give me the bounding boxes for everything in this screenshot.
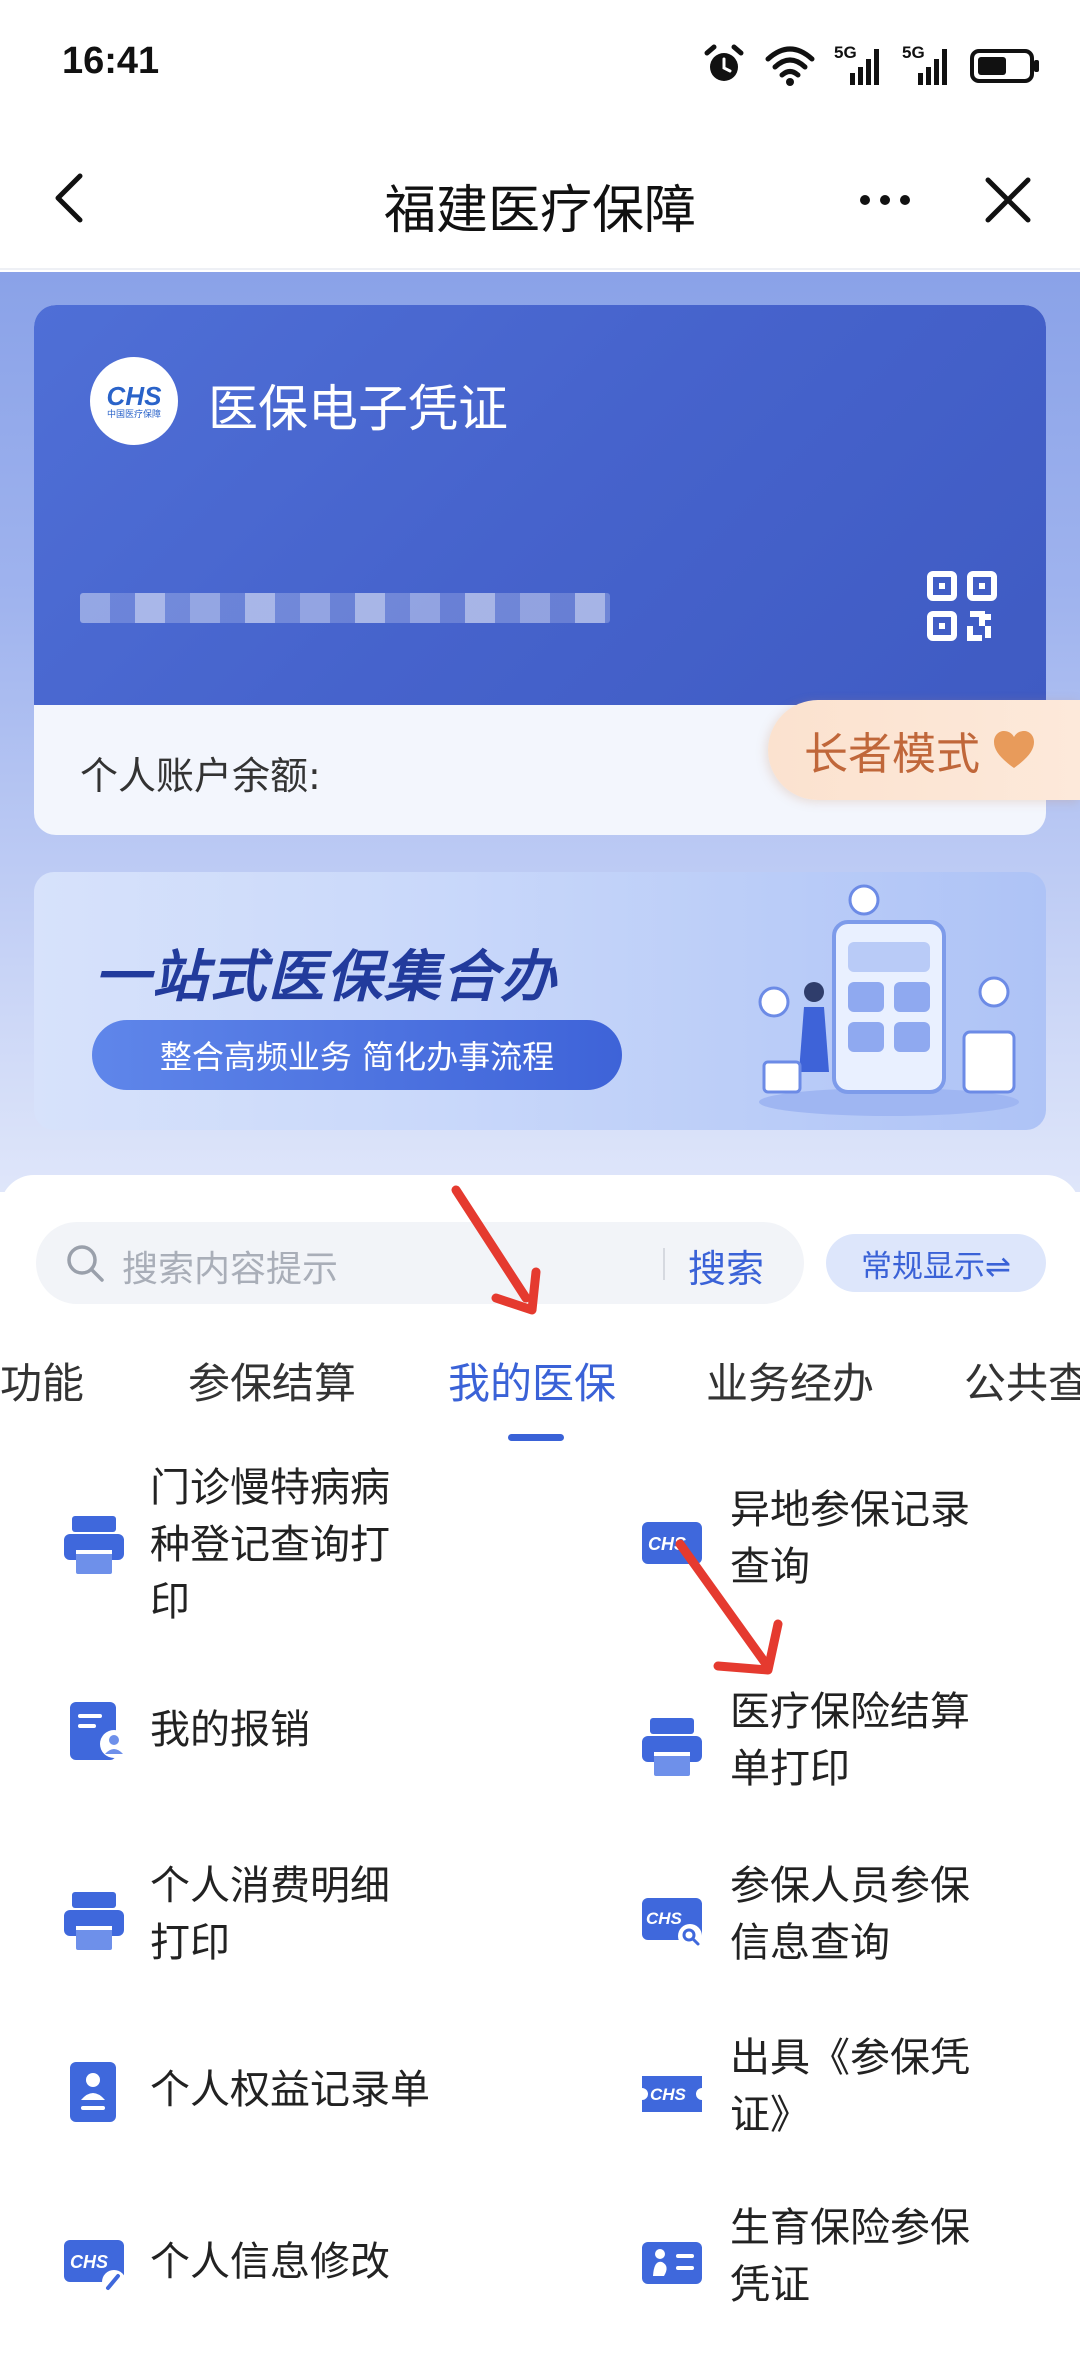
chs-ticket-icon: CHS [642, 2076, 702, 2112]
printer-icon [642, 1718, 702, 1776]
chs-edit-icon: CHS [64, 2240, 126, 2294]
search-icon [67, 1245, 104, 1282]
balance-label: 个人账户余额: [80, 754, 321, 798]
nav-bar: 福建医疗保障 [0, 130, 1080, 270]
service-item-settlement-print[interactable]: 医疗保险结算 单打印 [540, 1684, 1080, 1804]
banner-subtitle: 整合高频业务 简化办事流程 [92, 1020, 622, 1090]
service-item-label: 个人信息修改 [150, 2239, 390, 2285]
service-item-personal-rights-record[interactable]: 个人权益记录单 [0, 2056, 540, 2136]
service-item-personal-info-edit[interactable]: CHS 个人信息修改 [0, 2228, 540, 2308]
tab-business-handling[interactable]: 业务经办 [706, 1350, 874, 1411]
svg-text:CHS: CHS [650, 2085, 687, 2104]
service-item-label: 门诊慢特病病 种登记查询打 印 [150, 1465, 390, 1625]
promo-banner[interactable]: 一站式医保集合办 整合高频业务 简化办事流程 [34, 872, 1046, 1130]
phone-illustration-icon [758, 884, 1019, 1116]
chs-search-icon: CHS [642, 1898, 702, 1948]
tab-my-insurance[interactable]: 我的医保 [448, 1350, 616, 1411]
service-item-personal-consumption-print[interactable]: 个人消费明细 打印 [0, 1858, 540, 1978]
battery-icon [970, 49, 1039, 83]
tab-insurance-settlement[interactable]: 参保结算 [188, 1350, 356, 1411]
signal-5g-icon-2: 5G [902, 43, 952, 87]
active-tab-indicator [508, 1434, 564, 1441]
search-button[interactable]: 搜索 [688, 1238, 764, 1293]
banner-title: 一站式医保集合办 [94, 945, 558, 1010]
signal-5g-icon-1: 5G [834, 43, 884, 87]
service-item-my-reimbursement[interactable]: 我的报销 [0, 1700, 540, 1800]
service-item-chronic-disease-print[interactable]: 门诊慢特病病 种登记查询打 印 [0, 1460, 540, 1625]
elder-mode-label: 长者模式 [804, 729, 980, 780]
wifi-icon [765, 46, 815, 86]
service-item-label: 参保人员参保 信息查询 [730, 1863, 970, 1966]
search-input[interactable]: 搜索内容提示 [122, 1240, 338, 1292]
card-header: CHS 中国医疗保障 医保电子凭证 [34, 305, 1046, 705]
heart-icon [994, 731, 1034, 768]
close-icon[interactable] [978, 170, 1038, 230]
svg-text:CHS: CHS [70, 2252, 108, 2272]
elder-mode-button[interactable]: 长者模式 [768, 700, 1080, 800]
service-item-label: 个人权益记录单 [150, 2067, 430, 2113]
display-mode-toggle[interactable]: 常规显示⇌ [826, 1234, 1046, 1292]
tab-public-query[interactable]: 公共查 [964, 1350, 1080, 1411]
service-item-insurance-certificate[interactable]: CHS 出具《参保凭 证》 [540, 2030, 1080, 2150]
status-bar: 16:41 5G 5G [0, 0, 1080, 130]
service-item-label: 出具《参保凭 证》 [730, 2035, 970, 2138]
more-dots-icon[interactable] [855, 180, 915, 220]
page-title: 福建医疗保障 [383, 181, 696, 241]
service-item-maternity-certificate[interactable]: 生育保险参保 凭证 [540, 2200, 1080, 2320]
service-item-label: 个人消费明细 打印 [150, 1863, 390, 1966]
service-item-label: 医疗保险结算 单打印 [730, 1689, 970, 1792]
service-item-label: 生育保险参保 凭证 [730, 2205, 970, 2308]
document-user-icon [70, 1702, 128, 1760]
qr-code-icon[interactable] [926, 570, 998, 642]
svg-text:CHS: CHS [646, 1909, 683, 1928]
search-divider [663, 1248, 665, 1280]
service-item-offsite-insurance-record[interactable]: CHS 异地参保记录 查询 [540, 1482, 1080, 1602]
search-bar[interactable]: 搜索内容提示 搜索 [36, 1222, 804, 1304]
chs-logo: CHS 中国医疗保障 [90, 357, 178, 445]
red-arrow-annotation-1 [451, 1185, 541, 1315]
red-arrow-annotation-2 [675, 1539, 783, 1675]
masked-card-number [80, 593, 610, 623]
person-card-icon [70, 2062, 116, 2122]
status-icons: 5G 5G [702, 40, 1040, 90]
card-title: 医保电子凭证 [208, 380, 508, 438]
alarm-icon [704, 44, 744, 81]
printer-icon [64, 1892, 124, 1950]
printer-icon [64, 1516, 124, 1574]
tab-common-functions[interactable]: 用功能 [0, 1350, 84, 1411]
service-item-label: 我的报销 [150, 1707, 310, 1753]
maternity-card-icon [642, 2242, 702, 2284]
service-item-insured-info-query[interactable]: CHS 参保人员参保 信息查询 [540, 1858, 1080, 1978]
status-time: 16:41 [62, 40, 160, 82]
